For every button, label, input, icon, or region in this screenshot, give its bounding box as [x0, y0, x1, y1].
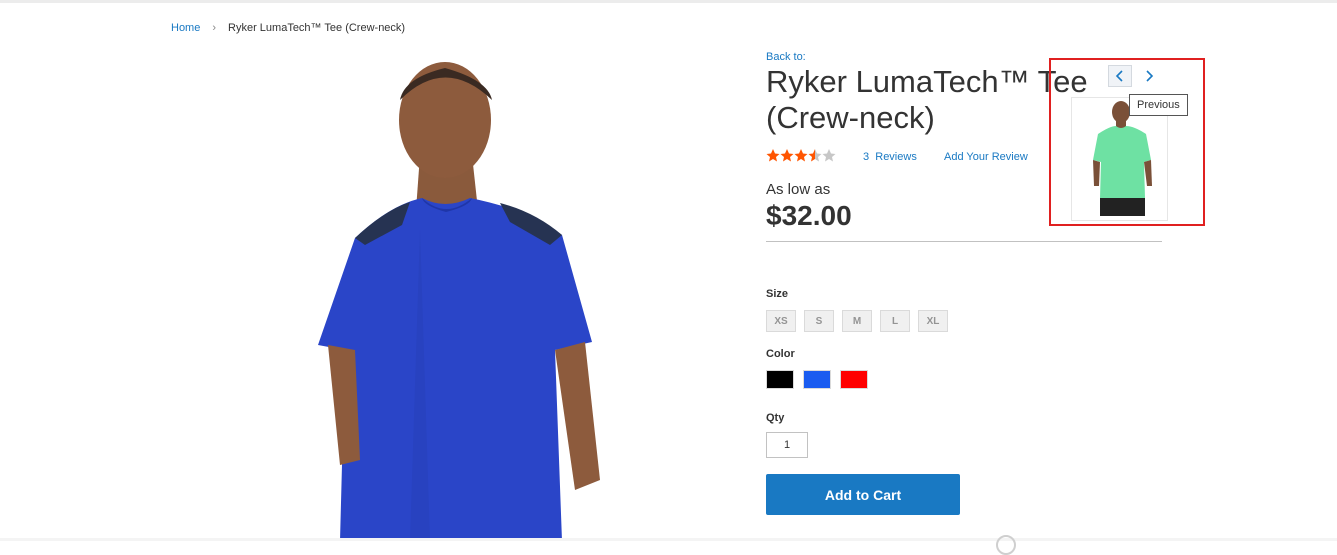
product-price: $32.00 — [766, 200, 852, 231]
product-main-image[interactable] — [300, 60, 630, 541]
reviews-label: Reviews — [875, 151, 917, 163]
product-photo-blue-tee — [318, 62, 600, 541]
breadcrumb: Home › Ryker LumaTech™ Tee (Crew-neck) — [171, 22, 405, 34]
size-option-l[interactable]: L — [880, 310, 910, 332]
reviews-count: 3 — [863, 151, 870, 163]
add-to-cart-button[interactable]: Add to Cart — [766, 474, 960, 515]
color-swatch-red[interactable] — [840, 370, 868, 389]
size-option-m[interactable]: M — [842, 310, 872, 332]
previous-product-button[interactable] — [1108, 65, 1132, 87]
color-label: Color — [766, 348, 795, 360]
size-options: XS S M L XL — [766, 310, 948, 332]
reviews-link[interactable]: 3 Reviews — [863, 151, 917, 163]
qty-input[interactable]: 1 — [766, 432, 808, 458]
star-icon — [766, 149, 780, 162]
add-review-link[interactable]: Add Your Review — [944, 151, 1028, 163]
color-swatch-black[interactable] — [766, 370, 794, 389]
previous-tooltip: Previous — [1129, 94, 1188, 116]
color-swatch-blue[interactable] — [803, 370, 831, 389]
divider — [766, 241, 1162, 242]
size-option-xs[interactable]: XS — [766, 310, 796, 332]
breadcrumb-current: Ryker LumaTech™ Tee (Crew-neck) — [228, 22, 406, 34]
loader-icon — [996, 535, 1016, 555]
size-label: Size — [766, 288, 789, 300]
thumbnail-green-tee — [1093, 101, 1152, 216]
rating-stars-svg — [766, 149, 836, 162]
next-product-button[interactable] — [1137, 65, 1161, 87]
color-options — [766, 370, 868, 389]
chevron-left-icon — [1115, 70, 1123, 82]
rating-stars-icon — [766, 148, 837, 164]
qty-label: Qty — [766, 412, 785, 424]
chevron-right-icon — [1146, 70, 1154, 82]
price-prefix: As low as — [766, 181, 831, 198]
product-title: Ryker LumaTech™ Tee (Crew-neck) — [766, 64, 1088, 135]
product-rating — [766, 148, 837, 164]
size-option-s[interactable]: S — [804, 310, 834, 332]
top-border — [0, 0, 1337, 3]
breadcrumb-home-link[interactable]: Home — [171, 22, 200, 34]
size-option-xl[interactable]: XL — [918, 310, 948, 332]
breadcrumb-separator-icon: › — [212, 22, 217, 34]
back-to-link[interactable]: Back to: — [766, 51, 806, 63]
